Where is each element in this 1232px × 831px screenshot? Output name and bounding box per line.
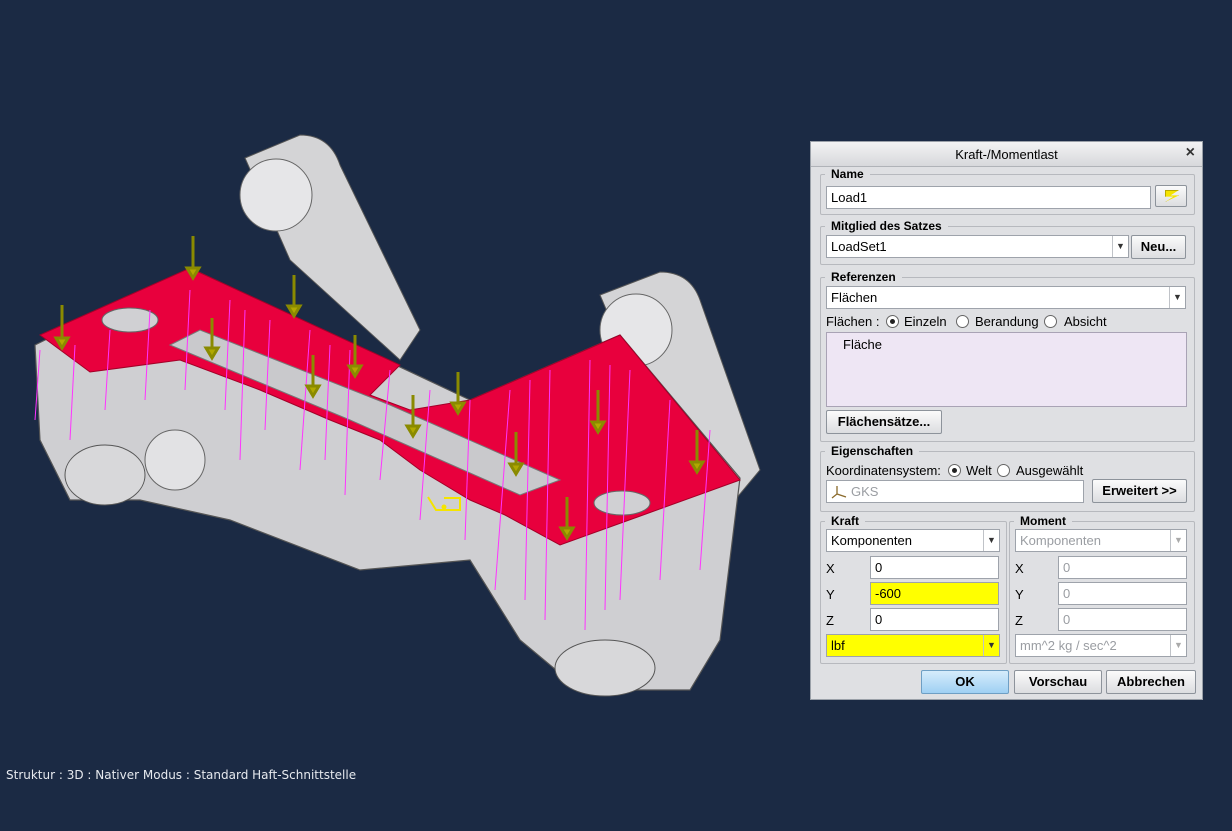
moment-x-label: X (1015, 561, 1024, 576)
surface-hole-right (593, 490, 651, 516)
loadset-value: LoadSet1 (831, 239, 887, 254)
list-item[interactable]: Fläche (843, 337, 882, 352)
force-y-label: Y (826, 587, 835, 602)
moment-type-select: Komponenten ▼ (1015, 529, 1187, 552)
reference-type-select[interactable]: Flächen ▼ (826, 286, 1186, 309)
radio-absicht[interactable] (1044, 315, 1057, 328)
left-bolt-hole (239, 158, 313, 232)
name-legend: Name (831, 167, 864, 181)
force-z-input[interactable]: 0 (870, 608, 999, 631)
radio-welt-label: Welt (966, 463, 992, 478)
dialog-titlebar[interactable]: Kraft-/Momentlast × (811, 142, 1202, 167)
bracket-model[interactable] (0, 0, 800, 831)
properties-legend: Eigenschaften (831, 444, 914, 458)
radio-berandung-label: Berandung (975, 314, 1039, 329)
radio-einzeln[interactable] (886, 315, 899, 328)
preview-button[interactable]: Vorschau (1014, 670, 1102, 694)
moment-z-label: Z (1015, 613, 1023, 628)
force-unit-select[interactable]: lbf ▼ (826, 634, 1000, 657)
radio-absicht-label: Absicht (1064, 314, 1107, 329)
surface-sets-button[interactable]: Flächensätze... (826, 410, 942, 434)
cancel-button[interactable]: Abbrechen (1106, 670, 1196, 694)
moment-y-label: Y (1015, 587, 1024, 602)
moment-z-input: 0 (1058, 608, 1187, 631)
coordinate-system-value: GKS (851, 484, 879, 499)
new-loadset-button[interactable]: Neu... (1131, 235, 1186, 259)
reference-type-value: Flächen (831, 290, 878, 305)
force-legend: Kraft (831, 514, 860, 528)
force-type-value: Komponenten (831, 533, 912, 548)
force-z-label: Z (826, 613, 834, 628)
radio-ausgewaehlt[interactable] (997, 464, 1010, 477)
left-boss (64, 444, 146, 506)
dialog-title: Kraft-/Momentlast (955, 147, 1058, 162)
surfaces-mode-label: Flächen : (826, 314, 880, 329)
force-unit-value: lbf (831, 638, 845, 653)
right-boss (554, 639, 656, 697)
force-type-select[interactable]: Komponenten ▼ (826, 529, 1000, 552)
chevron-down-icon: ▼ (1170, 530, 1186, 551)
radio-berandung[interactable] (956, 315, 969, 328)
loadset-select[interactable]: LoadSet1 ▼ (826, 235, 1129, 258)
reference-list[interactable]: Fläche (826, 332, 1187, 407)
force-y-input[interactable]: -600 (870, 582, 999, 605)
moment-y-input: 0 (1058, 582, 1187, 605)
model-viewport[interactable] (0, 0, 800, 831)
references-legend: Referenzen (831, 270, 896, 284)
moment-type-value: Komponenten (1020, 533, 1101, 548)
name-input[interactable]: Load1 (826, 186, 1151, 209)
radio-ausgewaehlt-label: Ausgewählt (1016, 463, 1084, 478)
moment-x-input: 0 (1058, 556, 1187, 579)
moment-unit-select: mm^2 kg / sec^2 ▼ (1015, 634, 1187, 657)
chevron-down-icon: ▼ (1169, 287, 1185, 308)
lightning-icon[interactable] (1155, 185, 1187, 207)
moment-unit-value: mm^2 kg / sec^2 (1020, 638, 1117, 653)
coordinate-system-label: Koordinatensystem: (826, 463, 941, 478)
chevron-down-icon: ▼ (1112, 236, 1128, 257)
front-left-hole (144, 429, 206, 491)
chevron-down-icon: ▼ (1170, 635, 1186, 656)
force-x-input[interactable]: 0 (870, 556, 999, 579)
close-icon[interactable]: × (1186, 144, 1195, 162)
moment-legend: Moment (1020, 514, 1066, 528)
advanced-button[interactable]: Erweitert >> (1092, 479, 1187, 503)
member-legend: Mitglied des Satzes (831, 219, 942, 233)
status-line: Struktur : 3D : Nativer Modus : Standard… (6, 768, 357, 782)
radio-welt[interactable] (948, 464, 961, 477)
csys-icon (831, 486, 847, 499)
force-moment-load-dialog: Kraft-/Momentlast × Name Load1 Mitglied … (810, 141, 1203, 700)
chevron-down-icon: ▼ (983, 530, 999, 551)
force-x-label: X (826, 561, 835, 576)
ok-button[interactable]: OK (921, 670, 1009, 694)
coordinate-system-field[interactable]: GKS (826, 480, 1084, 503)
chevron-down-icon: ▼ (983, 635, 999, 656)
radio-einzeln-label: Einzeln (904, 314, 947, 329)
